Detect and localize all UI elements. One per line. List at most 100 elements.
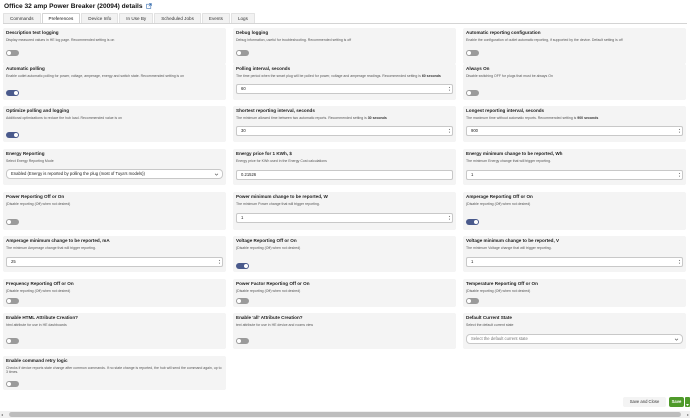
spinner-icon[interactable]: ▴ ▾	[678, 128, 681, 134]
pref-title: Power Factor Reporting Off or On	[236, 281, 310, 286]
spinner-icon[interactable]: ▴ ▾	[448, 215, 451, 221]
longest-interval-input[interactable]: 900 ▴ ▾	[466, 126, 683, 136]
command-retry-toggle[interactable]	[6, 381, 19, 387]
save-options-button[interactable]	[685, 397, 690, 407]
energy-min-input[interactable]: 1 ▴ ▾	[466, 170, 683, 180]
pref-description: Debug information, useful for troublesho…	[236, 38, 352, 42]
pref-description: (Disable reporting (Off) when not desire…	[6, 289, 71, 293]
power-factor-reporting-toggle[interactable]	[236, 298, 249, 304]
pref-description: The minimum allowed time between two aut…	[236, 116, 454, 120]
pref-title: Automatic polling	[6, 66, 45, 71]
tab-preferences[interactable]: Preferences	[41, 13, 81, 23]
pref-title: Default Current State	[466, 315, 512, 320]
pref-title: Enable command retry logic	[6, 358, 68, 363]
tab-commands[interactable]: Commands	[3, 13, 41, 23]
chevron-down-icon	[674, 338, 679, 341]
pref-card-html-attribute: Enable HTML Attribute Creation? html att…	[3, 313, 226, 349]
pref-title: Energy price for 1 KWh, $	[236, 151, 292, 156]
tab-device-info[interactable]: Device Info	[81, 13, 119, 23]
amperage-reporting-toggle[interactable]	[466, 219, 479, 225]
tab-logs[interactable]: Logs	[230, 13, 255, 23]
auto-polling-toggle[interactable]	[6, 90, 19, 96]
save-button[interactable]: Save	[669, 397, 684, 407]
horizontal-scrollbar[interactable]: ◂ ▸	[0, 411, 690, 418]
voltage-min-input[interactable]: 1 ▴ ▾	[466, 257, 683, 267]
tab-in-use-by[interactable]: In Use By	[119, 13, 154, 23]
pref-title: Temperature Reporting Off or On	[466, 281, 538, 286]
pref-title: Optimize polling and logging	[6, 108, 70, 113]
spinner-icon[interactable]: ▴ ▾	[448, 128, 451, 134]
pref-card-auto-polling: Automatic polling Enable outlet automati…	[3, 64, 226, 100]
pref-card-energy-reporting: Energy Reporting Select Energy Reporting…	[3, 149, 226, 185]
auto-config-toggle[interactable]	[466, 50, 479, 56]
optimize-toggle[interactable]	[6, 132, 19, 138]
spinner-icon[interactable]: ▴ ▾	[448, 86, 451, 92]
pref-card-temperature-reporting: Temperature Reporting Off or On (Disable…	[463, 279, 686, 307]
temperature-reporting-toggle[interactable]	[466, 298, 479, 304]
all-attribute-toggle[interactable]	[236, 338, 249, 344]
pref-description: The minimum Power change that will trigg…	[236, 202, 320, 206]
save-and-close-button[interactable]: Save and Close	[623, 397, 666, 407]
amperage-min-input[interactable]: 25 ▴ ▾	[6, 257, 223, 267]
desc-emphasis: 60 seconds	[421, 74, 441, 78]
external-link-icon[interactable]	[145, 3, 152, 9]
power-min-input[interactable]: 1 ▴ ▾	[236, 213, 453, 223]
desc-emphasis: 900 seconds	[577, 116, 599, 120]
debug-logging-toggle[interactable]	[236, 50, 249, 56]
voltage-reporting-toggle[interactable]	[236, 263, 249, 269]
spinner-icon[interactable]: ▴ ▾	[678, 259, 681, 265]
field-value: 0.21526	[241, 172, 257, 177]
spinner-icon[interactable]: ▴ ▾	[678, 172, 681, 178]
pref-title: Longest reporting interval, seconds	[466, 108, 545, 113]
frequency-reporting-toggle[interactable]	[6, 298, 19, 304]
pref-card-energy-price: Energy price for 1 KWh, $ Energy price f…	[233, 149, 456, 185]
pref-title: Voltage minimum change to be reported, V	[466, 238, 560, 243]
tab-events[interactable]: Events	[201, 13, 230, 23]
pref-card-amperage-reporting: Amperage Reporting Off or On (Disable re…	[463, 192, 686, 230]
field-value: 25	[11, 259, 16, 264]
field-value: 1	[471, 259, 474, 264]
scroll-left-icon[interactable]: ◂	[1, 412, 3, 417]
default-state-select[interactable]: Select the default current state	[466, 334, 683, 344]
pref-title: Amperage minimum change to be reported, …	[6, 238, 110, 243]
pref-description: text attribute for use in HE device and …	[236, 323, 314, 327]
pref-card-optimize: Optimize polling and logging Additional …	[3, 106, 226, 142]
always-on-toggle[interactable]	[466, 90, 479, 96]
field-value: 1	[471, 172, 474, 177]
pref-title: Amperage Reporting Off or On	[466, 194, 533, 199]
shortest-interval-input[interactable]: 30 ▴ ▾	[236, 126, 453, 136]
scrollbar-thumb[interactable]	[9, 412, 681, 417]
pref-card-power-factor-reporting: Power Factor Reporting Off or On (Disabl…	[233, 279, 456, 307]
pref-description: Energy price for KWh used in the Energy …	[236, 159, 327, 163]
pref-description: (Disable reporting (Off) when not desire…	[236, 246, 301, 250]
energy-reporting-select[interactable]: Enabled (Energy is reported by polling t…	[6, 169, 223, 179]
pref-card-amperage-min: Amperage minimum change to be reported, …	[3, 236, 226, 272]
pref-title: Energy minimum change to be reported, Wh	[466, 151, 563, 156]
pref-description: The minimum Voltage change that will tri…	[466, 246, 552, 250]
caret-down-icon	[686, 404, 689, 406]
scroll-right-icon[interactable]: ▸	[687, 412, 689, 417]
desc-text: The maximum time without automatic repor…	[466, 116, 578, 120]
spinner-icon[interactable]: ▴ ▾	[218, 259, 221, 265]
page-header: Office 32 amp Power Breaker (20094) deta…	[4, 1, 152, 11]
pref-description: Disable switching OFF for plugs that mus…	[466, 74, 553, 78]
power-reporting-toggle[interactable]	[6, 219, 19, 225]
pref-description: Additional optimizations to reduce the h…	[6, 116, 122, 120]
pref-card-voltage-reporting: Voltage Reporting Off or On (Disable rep…	[233, 236, 456, 272]
pref-card-frequency-reporting: Frequency Reporting Off or On (Disable r…	[3, 279, 226, 307]
field-value: 60	[241, 86, 246, 91]
energy-price-input[interactable]: 0.21526	[236, 170, 453, 180]
tab-bar: Commands Preferences Device Info In Use …	[3, 13, 255, 23]
pref-card-debug-logging: Debug logging Debug information, useful …	[233, 28, 456, 64]
field-value: 900	[471, 128, 478, 133]
pref-card-all-attribute: Enable 'all' Attribute Creation? text at…	[233, 313, 456, 349]
tab-scheduled-jobs[interactable]: Scheduled Jobs	[154, 13, 201, 23]
pref-card-voltage-min: Voltage minimum change to be reported, V…	[463, 236, 686, 272]
html-attribute-toggle[interactable]	[6, 338, 19, 344]
pref-card-shortest-interval: Shortest reporting interval, seconds The…	[233, 106, 456, 142]
pref-title: Enable 'all' Attribute Creation?	[236, 315, 303, 320]
pref-description: Enable the configuration of outlet autom…	[466, 38, 623, 42]
pref-title: Power minimum change to be reported, W	[236, 194, 328, 199]
description-logging-toggle[interactable]	[6, 50, 19, 56]
polling-interval-input[interactable]: 60 ▴ ▾	[236, 84, 453, 94]
